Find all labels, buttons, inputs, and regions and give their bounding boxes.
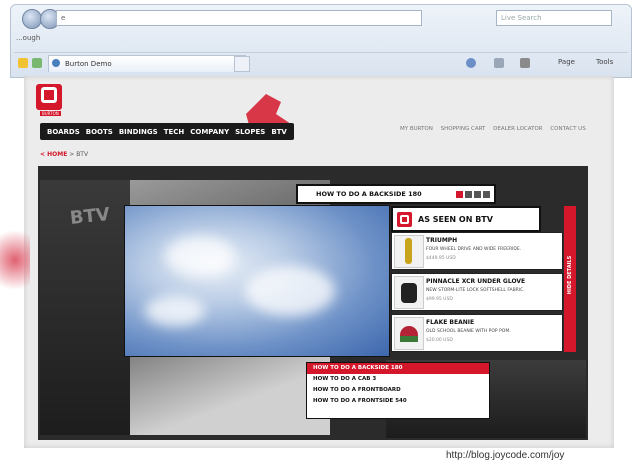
nav-slopes[interactable]: SLOPES <box>235 128 265 136</box>
as-seen-on-btv-header: AS SEEN ON BTV <box>391 206 541 232</box>
glove-thumbnail-icon <box>394 276 424 309</box>
nav-bindings[interactable]: BINDINGS <box>119 128 158 136</box>
tools-menu[interactable]: Tools <box>596 58 613 66</box>
product-item[interactable]: FLAKE BEANIE OLD SCHOOL BEANIE WITH POP … <box>391 314 563 352</box>
product-desc: FOUR WHEEL DRIVE AND WIDE FREERIDE. <box>426 247 522 252</box>
burton-logo[interactable] <box>36 84 62 110</box>
burton-small-logo-icon <box>397 211 412 227</box>
breadcrumb-current: BTV <box>76 151 89 158</box>
product-name: FLAKE BEANIE <box>426 319 475 326</box>
links-bar: ...ough <box>16 34 41 42</box>
product-desc: NEW STORM-LITE LOCK SOFTSHELL FABRIC. <box>426 288 525 293</box>
video-title: HOW TO DO A BACKSIDE 180 <box>316 190 422 198</box>
product-item[interactable]: PINNACLE XCR UNDER GLOVE NEW STORM-LITE … <box>391 273 563 311</box>
video-title-bar: HOW TO DO A BACKSIDE 180 <box>296 184 496 204</box>
favorites-star-icon[interactable] <box>18 58 28 68</box>
video-list-item[interactable]: HOW TO DO A FRONTBOARD <box>307 385 489 396</box>
page-menu[interactable]: Page <box>558 58 575 66</box>
nav-boots[interactable]: BOOTS <box>86 128 113 136</box>
product-name: TRIUMPH <box>426 237 458 244</box>
hide-details-label: HIDE DETAILS <box>567 255 573 295</box>
blog-url-caption: http://blog.joycode.com/joy <box>446 450 565 461</box>
prev-control-icon[interactable] <box>465 190 472 198</box>
dealer-locator-link[interactable]: DEALER LOCATOR <box>493 126 542 132</box>
play-control-icon[interactable] <box>456 190 463 198</box>
red-paint-splash-decoration <box>0 220 30 300</box>
video-player[interactable] <box>124 205 390 357</box>
tab-burton-demo[interactable]: Burton Demo <box>48 55 246 72</box>
main-nav: BOARDS BOOTS BINDINGS TECH COMPANY SLOPE… <box>40 123 294 140</box>
product-price: $449.95 USD <box>426 256 456 261</box>
video-list-item[interactable]: HOW TO DO A CAB 3 <box>307 374 489 385</box>
live-search-input[interactable]: Live Search <box>496 10 612 26</box>
add-favorites-icon[interactable] <box>32 58 42 68</box>
shopping-cart-link[interactable]: SHOPPING CART <box>441 126 486 132</box>
product-desc: OLD SCHOOL BEANIE WITH POP POM. <box>426 329 511 334</box>
back-button[interactable] <box>22 9 42 29</box>
btv-graffiti-logo: BTV <box>69 203 111 230</box>
product-price: $99.95 USD <box>426 297 453 302</box>
as-seen-title: AS SEEN ON BTV <box>418 214 493 224</box>
hide-details-tab[interactable]: HIDE DETAILS <box>564 206 576 352</box>
product-price: $20.00 USD <box>426 338 453 343</box>
product-item[interactable]: TRIUMPH FOUR WHEEL DRIVE AND WIDE FREERI… <box>391 232 563 270</box>
nav-boards[interactable]: BOARDS <box>47 128 80 136</box>
top-links: MY BURTON SHOPPING CART DEALER LOCATOR C… <box>400 126 592 132</box>
logo-text: BURTON <box>40 111 61 116</box>
contact-us-link[interactable]: CONTACT US <box>550 126 585 132</box>
next-control-icon[interactable] <box>474 190 481 198</box>
how-to-video-list: HOW TO DO A BACKSIDE 180 HOW TO DO A CAB… <box>306 362 490 419</box>
video-list-item[interactable]: HOW TO DO A BACKSIDE 180 <box>307 363 489 374</box>
product-name: PINNACLE XCR UNDER GLOVE <box>426 278 526 285</box>
beanie-thumbnail-icon <box>394 317 424 350</box>
page-favicon-icon <box>52 59 60 67</box>
nav-company[interactable]: COMPANY <box>190 128 229 136</box>
my-burton-link[interactable]: MY BURTON <box>400 126 433 132</box>
snowboard-thumbnail-icon <box>394 235 424 268</box>
new-tab-button[interactable] <box>234 56 250 72</box>
breadcrumb-separator: > <box>69 151 75 158</box>
menu-control-icon[interactable] <box>483 190 490 198</box>
print-icon[interactable] <box>520 58 530 68</box>
video-list-item[interactable]: HOW TO DO A FRONTSIDE 540 <box>307 396 489 407</box>
feeds-icon[interactable] <box>494 58 504 68</box>
nav-btv[interactable]: BTV <box>271 128 287 136</box>
address-bar[interactable]: e <box>56 10 422 26</box>
nav-tech[interactable]: TECH <box>164 128 185 136</box>
breadcrumb: < HOME > BTV <box>40 151 88 158</box>
home-icon[interactable] <box>466 58 476 68</box>
breadcrumb-home[interactable]: < HOME <box>40 151 67 158</box>
